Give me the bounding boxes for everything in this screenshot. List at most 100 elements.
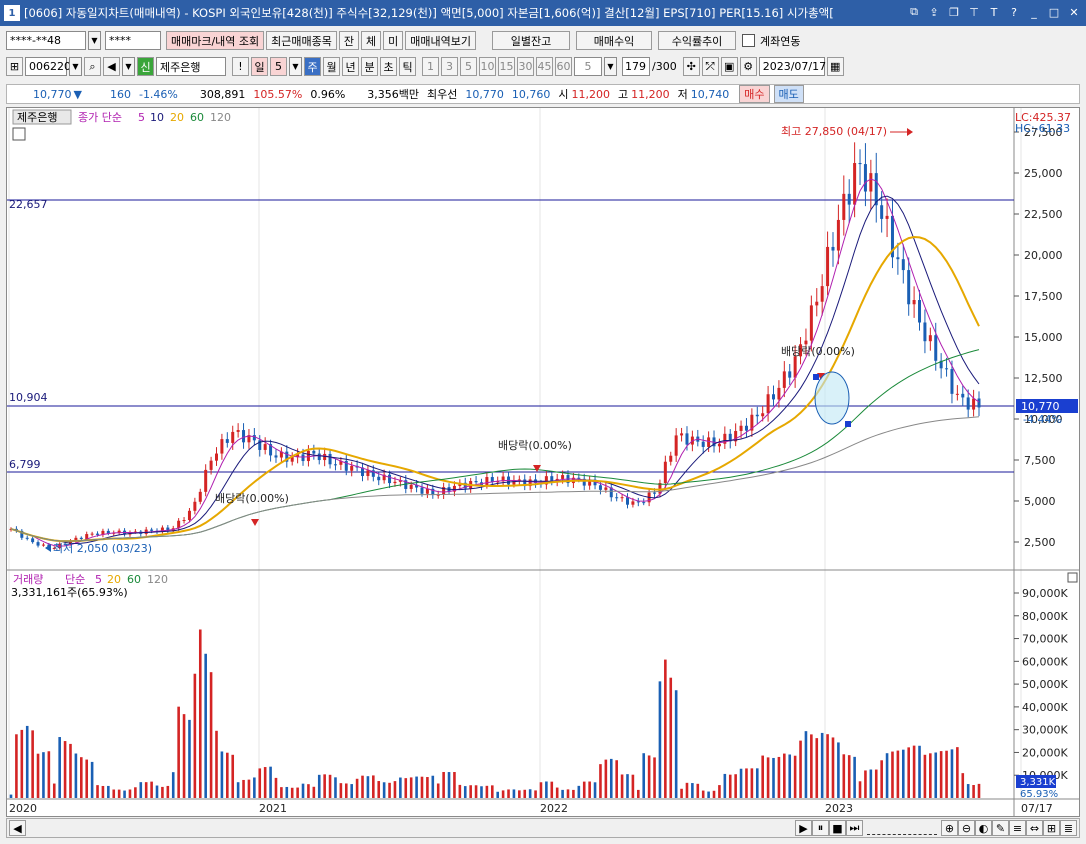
period-minute[interactable]: 분 bbox=[361, 57, 378, 76]
interval-60[interactable]: 60 bbox=[555, 57, 572, 76]
account-input[interactable]: ****-**48 bbox=[6, 31, 86, 50]
panel-close-icon[interactable] bbox=[1067, 572, 1078, 583]
volume-bar bbox=[198, 629, 202, 798]
search-icon[interactable]: ⌕ bbox=[84, 57, 101, 76]
sound-dropdown[interactable]: ▼ bbox=[122, 57, 135, 76]
nav-next-icon[interactable]: ⏭ bbox=[846, 820, 863, 836]
candle-body bbox=[923, 322, 927, 342]
date-input[interactable]: 2023/07/17 bbox=[758, 57, 826, 76]
return-trend-button[interactable]: 수익률추이 bbox=[658, 31, 737, 50]
volume-bar bbox=[123, 790, 126, 798]
tool-icon[interactable]: ⤱ bbox=[701, 57, 719, 76]
maximize-icon[interactable]: □ bbox=[1046, 4, 1062, 20]
tool6-icon[interactable]: ≣ bbox=[1060, 820, 1077, 836]
table-icon[interactable] bbox=[12, 127, 26, 141]
volume-bar bbox=[258, 768, 262, 798]
calendar-icon[interactable]: ▦ bbox=[826, 57, 844, 76]
zoom-out-icon[interactable]: ⊖ bbox=[958, 820, 975, 836]
period-day-count[interactable]: 5 bbox=[270, 57, 287, 76]
interval-30[interactable]: 30 bbox=[517, 57, 534, 76]
sell-button[interactable]: 매도 bbox=[773, 85, 804, 103]
sound-icon[interactable]: ◀ bbox=[103, 57, 120, 76]
ma5-line bbox=[10, 178, 980, 547]
candle-body bbox=[420, 487, 424, 494]
font-icon[interactable]: T bbox=[986, 4, 1002, 20]
volume-bar bbox=[236, 782, 240, 798]
tool2-icon[interactable]: ✎ bbox=[992, 820, 1009, 836]
volume-bar bbox=[9, 794, 13, 798]
candle-body bbox=[707, 437, 711, 447]
interval-custom-input[interactable]: 5 bbox=[574, 57, 602, 76]
period-year[interactable]: 년 bbox=[342, 57, 359, 76]
period-week[interactable]: 주 bbox=[304, 57, 321, 76]
unfilled-button[interactable]: 미 bbox=[383, 31, 404, 50]
account-link-label: 계좌연동 bbox=[760, 34, 801, 48]
volume-bar bbox=[350, 784, 353, 798]
alert-icon[interactable]: ! bbox=[232, 57, 249, 76]
interval-10[interactable]: 10 bbox=[479, 57, 496, 76]
close-icon[interactable]: ✕ bbox=[1066, 4, 1082, 20]
volume-bar bbox=[918, 745, 921, 798]
pushpin-icon[interactable]: ⊤ bbox=[966, 4, 982, 20]
minimize-icon[interactable]: _ bbox=[1026, 4, 1042, 20]
period-second[interactable]: 초 bbox=[380, 57, 397, 76]
tool5-icon[interactable]: ⊞ bbox=[1043, 820, 1060, 836]
period-month[interactable]: 월 bbox=[323, 57, 340, 76]
interval-15[interactable]: 15 bbox=[498, 57, 515, 76]
pin-icon[interactable]: ⇪ bbox=[926, 4, 942, 20]
tool3-icon[interactable]: ≡ bbox=[1009, 820, 1026, 836]
period-day[interactable]: 일 bbox=[251, 57, 268, 76]
stock-code-input[interactable]: 006220 bbox=[25, 57, 71, 76]
buy-button[interactable]: 매수 bbox=[739, 85, 770, 103]
scroll-left-icon[interactable]: ◀ bbox=[9, 820, 26, 836]
balance-button[interactable]: 잔 bbox=[338, 31, 360, 50]
mark-query-button[interactable]: 매매마크/내역 조회 bbox=[166, 31, 265, 50]
candle-body bbox=[220, 439, 224, 454]
password-input[interactable]: **** bbox=[105, 31, 161, 50]
bid-price: 10,760 bbox=[511, 87, 551, 101]
link-icon[interactable]: ⧉ bbox=[906, 4, 922, 20]
interval-dropdown[interactable]: ▼ bbox=[604, 57, 617, 76]
volume-bar bbox=[388, 782, 391, 798]
chart-scrollbar[interactable]: ◀ ▶ ⏸ ■ ⏭ ⊕ ⊖ ◐ ✎ ≡ ⇔ ⊞ ≣ bbox=[6, 818, 1080, 838]
period-tick[interactable]: 틱 bbox=[399, 57, 416, 76]
restore-icon[interactable]: ❐ bbox=[946, 4, 962, 20]
trade-history-button[interactable]: 매매내역보기 bbox=[405, 31, 477, 50]
trade-profit-button[interactable]: 매매수익 bbox=[576, 31, 653, 50]
account-dropdown[interactable]: ▼ bbox=[88, 31, 101, 50]
filled-button[interactable]: 체 bbox=[361, 31, 382, 50]
daily-balance-button[interactable]: 일별잔고 bbox=[492, 31, 571, 50]
help-icon[interactable]: ? bbox=[1006, 4, 1022, 20]
period-dropdown[interactable]: ▼ bbox=[289, 57, 302, 76]
nav-stop-icon[interactable]: ■ bbox=[829, 820, 846, 836]
interval-3[interactable]: 3 bbox=[441, 57, 458, 76]
crosshair-icon[interactable]: ✣ bbox=[682, 57, 700, 76]
recent-stocks-button[interactable]: 최근매매종목 bbox=[266, 31, 337, 50]
candle-body bbox=[820, 286, 824, 302]
vol-ma20-legend: 20 bbox=[107, 573, 121, 586]
tool4-icon[interactable]: ⇔ bbox=[1026, 820, 1043, 836]
candle-body bbox=[474, 481, 478, 483]
account-link-checkbox[interactable] bbox=[742, 34, 756, 47]
stock-chart[interactable]: 27,50025,00022,50020,00017,50015,00012,5… bbox=[7, 108, 1079, 816]
count-input[interactable]: 179 bbox=[622, 57, 650, 76]
view-icon[interactable]: ◐ bbox=[975, 820, 992, 836]
volume-bar bbox=[90, 761, 94, 798]
candle-body bbox=[204, 469, 208, 492]
zoom-in-icon[interactable]: ⊕ bbox=[941, 820, 958, 836]
interval-5[interactable]: 5 bbox=[460, 57, 477, 76]
open-label: 시 bbox=[558, 88, 569, 101]
stock-code-dropdown[interactable]: ▼ bbox=[69, 57, 82, 76]
interval-1[interactable]: 1 bbox=[422, 57, 439, 76]
volume-bar bbox=[680, 788, 683, 798]
chart-layout-icon[interactable]: ⊞ bbox=[6, 57, 23, 76]
save-icon[interactable]: ▣ bbox=[720, 57, 738, 76]
zoom-slider[interactable] bbox=[867, 821, 937, 835]
nav-first-icon[interactable]: ▶ bbox=[795, 820, 812, 836]
chart-area[interactable]: 27,500 25,000 22,500 20,000 17,500 15,000 12,5… bbox=[6, 107, 1080, 817]
gear-icon[interactable]: ⚙ bbox=[739, 57, 757, 76]
interval-45[interactable]: 45 bbox=[536, 57, 553, 76]
nav-prev-icon[interactable]: ⏸ bbox=[812, 820, 829, 836]
volume-bar bbox=[966, 784, 970, 798]
y-axis-ticks: 27,50025,00022,50020,00017,50015,00012,5… bbox=[1014, 126, 1068, 782]
